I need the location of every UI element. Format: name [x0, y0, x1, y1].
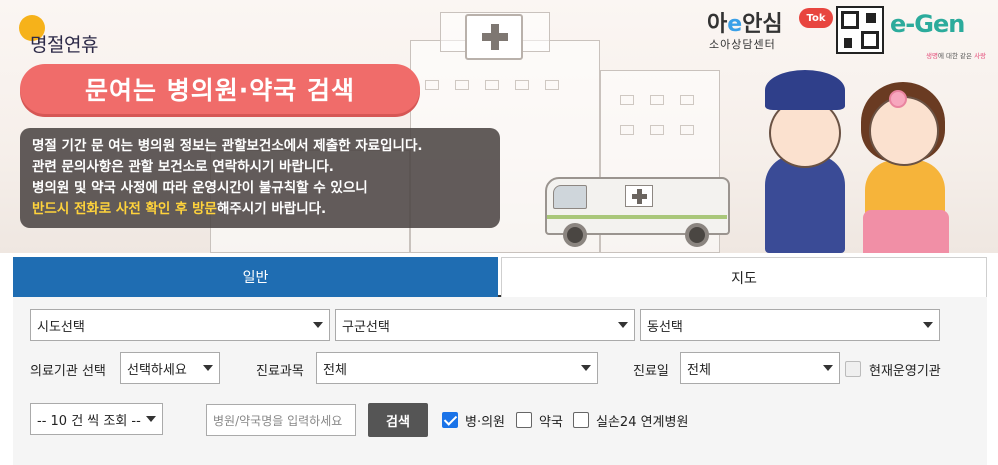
search-panel: 시도선택 구군선택 동선택 의료기관 선택 선택하세요 진료과목 전체 진료일 … — [13, 297, 987, 465]
notice-line: 명절 기간 문 여는 병의원 정보는 관할보건소에서 제출한 자료입니다. — [32, 138, 423, 154]
chevron-down-icon — [618, 322, 628, 328]
chevron-down-icon — [146, 416, 156, 422]
boy-robe — [765, 155, 845, 253]
egen-logo[interactable]: e-Gen 생명에 대한 같은 사랑 — [890, 10, 990, 60]
window — [485, 80, 499, 90]
ambulance-wheel — [685, 223, 709, 247]
tab-map[interactable]: 지도 — [501, 257, 987, 297]
notice-box: 명절 기간 문 여는 병의원 정보는 관할보건소에서 제출한 자료입니다. 관련… — [20, 128, 500, 228]
department-select-value: 전체 — [323, 362, 347, 378]
sido-select[interactable]: 시도선택 — [30, 309, 330, 341]
institution-label: 의료기관 선택 — [30, 364, 106, 379]
chevron-down-icon — [581, 365, 591, 371]
qr-code-icon[interactable] — [836, 6, 884, 54]
notice-tail: 해주시기 바랍니다. — [216, 201, 327, 217]
brand1-name-part: 아 — [707, 12, 728, 37]
brand1-tok-badge: Tok — [799, 8, 833, 28]
notice-highlight: 반드시 전화로 사전 확인 후 방문 — [32, 201, 217, 217]
girl-hanbok-illustration — [855, 80, 965, 253]
institution-select-value: 선택하세요 — [127, 362, 187, 378]
pharmacy-checkbox[interactable] — [516, 412, 532, 428]
silson24-checkbox-label: 실손24 연계병원 — [596, 415, 689, 430]
window — [515, 80, 529, 90]
brand1-name-part: 안심 — [742, 12, 783, 37]
banner-title: 문여는 병의원·약국 검색 — [20, 64, 420, 114]
sido-select-value: 시도선택 — [37, 319, 85, 335]
child-counsel-center-logo[interactable]: 아e안심 Tok 소아상담센터 — [707, 6, 833, 54]
brand1-name: 아e안심 — [707, 6, 783, 38]
brand1-subtitle: 소아상담센터 — [709, 38, 776, 51]
window — [620, 125, 634, 135]
chevron-down-icon — [313, 322, 323, 328]
window — [620, 95, 634, 105]
day-select[interactable]: 전체 — [680, 352, 840, 384]
boy-hat — [765, 70, 845, 110]
search-input[interactable]: 병원/약국명을 입력하세요 — [206, 404, 356, 436]
institution-select[interactable]: 선택하세요 — [120, 352, 220, 384]
ambulance-window — [553, 185, 587, 209]
slogan-part: 에 대한 같은 — [937, 52, 975, 60]
window — [680, 95, 694, 105]
notice-line: 관련 문의사항은 관할 보건소로 연락하시기 바랍니다. — [32, 159, 334, 175]
slogan-part: 생명 — [926, 52, 938, 60]
chevron-down-icon — [203, 365, 213, 371]
boy-hanbok-illustration — [755, 70, 855, 253]
girl-face — [869, 96, 939, 166]
egen-slogan: 생명에 대한 같은 사랑 — [926, 50, 986, 60]
window — [455, 80, 469, 90]
hero-banner: 명절연휴 문여는 병의원·약국 검색 명절 기간 문 여는 병의원 정보는 관할… — [0, 0, 998, 253]
dong-select-value: 동선택 — [647, 319, 683, 335]
gugun-select-value: 구군선택 — [342, 319, 390, 335]
gugun-select[interactable]: 구군선택 — [335, 309, 635, 341]
window — [650, 95, 664, 105]
notice-line: 반드시 전화로 사전 확인 후 방문해주시기 바랍니다. — [32, 199, 488, 220]
hospital-checkbox[interactable] — [442, 412, 458, 428]
page: 명절연휴 문여는 병의원·약국 검색 명절 기간 문 여는 병의원 정보는 관할… — [0, 0, 998, 465]
page-size-select[interactable]: -- 10 건 씩 조회 -- — [30, 403, 163, 435]
ambulance-stripe — [547, 215, 727, 219]
notice-line: 병의원 및 약국 사정에 따라 운영시간이 불규칙할 수 있으니 — [32, 180, 368, 196]
ambulance-cross-icon — [625, 185, 653, 207]
ambulance-wheel — [563, 223, 587, 247]
chevron-down-icon — [923, 322, 933, 328]
window — [650, 125, 664, 135]
qr-dot — [844, 38, 852, 48]
page-size-value: -- 10 건 씩 조회 -- — [37, 413, 141, 429]
window — [425, 80, 439, 90]
chevron-down-icon — [823, 365, 833, 371]
day-select-value: 전체 — [687, 362, 711, 378]
window — [680, 125, 694, 135]
department-label: 진료과목 — [256, 364, 304, 379]
operating-now-label: 현재운영기관 — [869, 364, 941, 379]
logo-text: 명절연휴 — [30, 34, 98, 56]
ambulance-illustration — [545, 165, 735, 247]
window — [545, 80, 559, 90]
pharmacy-checkbox-label: 약국 — [539, 415, 563, 430]
egen-logo-text: e-Gen — [890, 10, 965, 38]
operating-now-checkbox[interactable] — [845, 361, 861, 377]
flower-icon — [889, 90, 907, 108]
silson24-checkbox[interactable] — [573, 412, 589, 428]
brand1-name-part: e — [727, 12, 743, 37]
day-label: 진료일 — [633, 364, 669, 379]
search-button[interactable]: 검색 — [368, 403, 428, 437]
dong-select[interactable]: 동선택 — [640, 309, 940, 341]
slogan-part: 사랑 — [974, 52, 987, 60]
search-tabs: 일반 지도 — [13, 257, 987, 297]
tab-general[interactable]: 일반 — [13, 257, 498, 297]
girl-skirt — [863, 210, 949, 253]
qr-dot — [866, 13, 876, 23]
department-select[interactable]: 전체 — [316, 352, 598, 384]
hospital-checkbox-label: 병·의원 — [465, 415, 506, 430]
hospital-cross-icon — [465, 14, 523, 60]
